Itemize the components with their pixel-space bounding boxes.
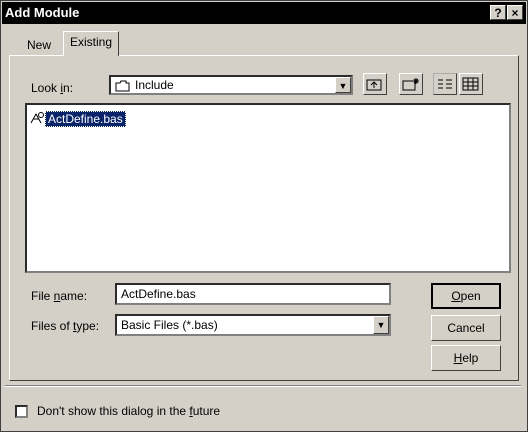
look-in-combobox[interactable]: Include ▼ [109, 75, 353, 95]
module-file-icon [30, 112, 44, 124]
dont-show-checkbox[interactable] [15, 405, 28, 418]
file-name-label: File name: [31, 289, 88, 303]
look-in-label: Look in: [31, 81, 74, 95]
tab-new[interactable]: New [9, 35, 69, 55]
list-item[interactable]: ActDefine.bas [29, 111, 126, 127]
up-one-level-icon [366, 79, 382, 91]
help-button[interactable]: ? [490, 5, 506, 20]
open-button[interactable]: Open [431, 283, 501, 309]
file-name-value: ActDefine.bas [121, 287, 196, 301]
file-type-combobox[interactable]: Basic Files (*.bas) ▼ [115, 314, 391, 336]
tab-existing[interactable]: Existing [63, 31, 120, 56]
up-one-level-button[interactable] [363, 73, 387, 95]
title-bar[interactable]: Add Module ? × [2, 2, 526, 24]
look-in-value: Include [135, 78, 174, 92]
add-module-dialog: Add Module ? × New Existing Look in: Inc… [0, 0, 528, 432]
window-title: Add Module [5, 5, 80, 20]
details-view-button[interactable] [459, 73, 483, 95]
help-dialog-button[interactable]: Help [431, 345, 501, 371]
file-type-label: Files of type: [31, 319, 100, 333]
list-view-button[interactable] [433, 73, 457, 95]
separator [5, 385, 521, 387]
folder-icon [115, 80, 130, 92]
details-view-icon [462, 77, 479, 91]
cancel-button[interactable]: Cancel [431, 315, 501, 341]
file-name-field[interactable]: ActDefine.bas [115, 283, 391, 305]
chevron-down-icon[interactable]: ▼ [373, 316, 389, 334]
close-button[interactable]: × [507, 5, 523, 20]
file-name-text: ActDefine.bas [45, 111, 126, 127]
file-list[interactable]: ActDefine.bas [25, 103, 511, 273]
new-folder-button[interactable] [399, 73, 423, 95]
new-folder-icon [402, 78, 419, 91]
chevron-down-icon[interactable]: ▼ [335, 77, 351, 93]
list-view-icon [438, 79, 452, 89]
file-type-value: Basic Files (*.bas) [121, 318, 218, 332]
dont-show-label[interactable]: Don't show this dialog in the future [37, 404, 220, 418]
